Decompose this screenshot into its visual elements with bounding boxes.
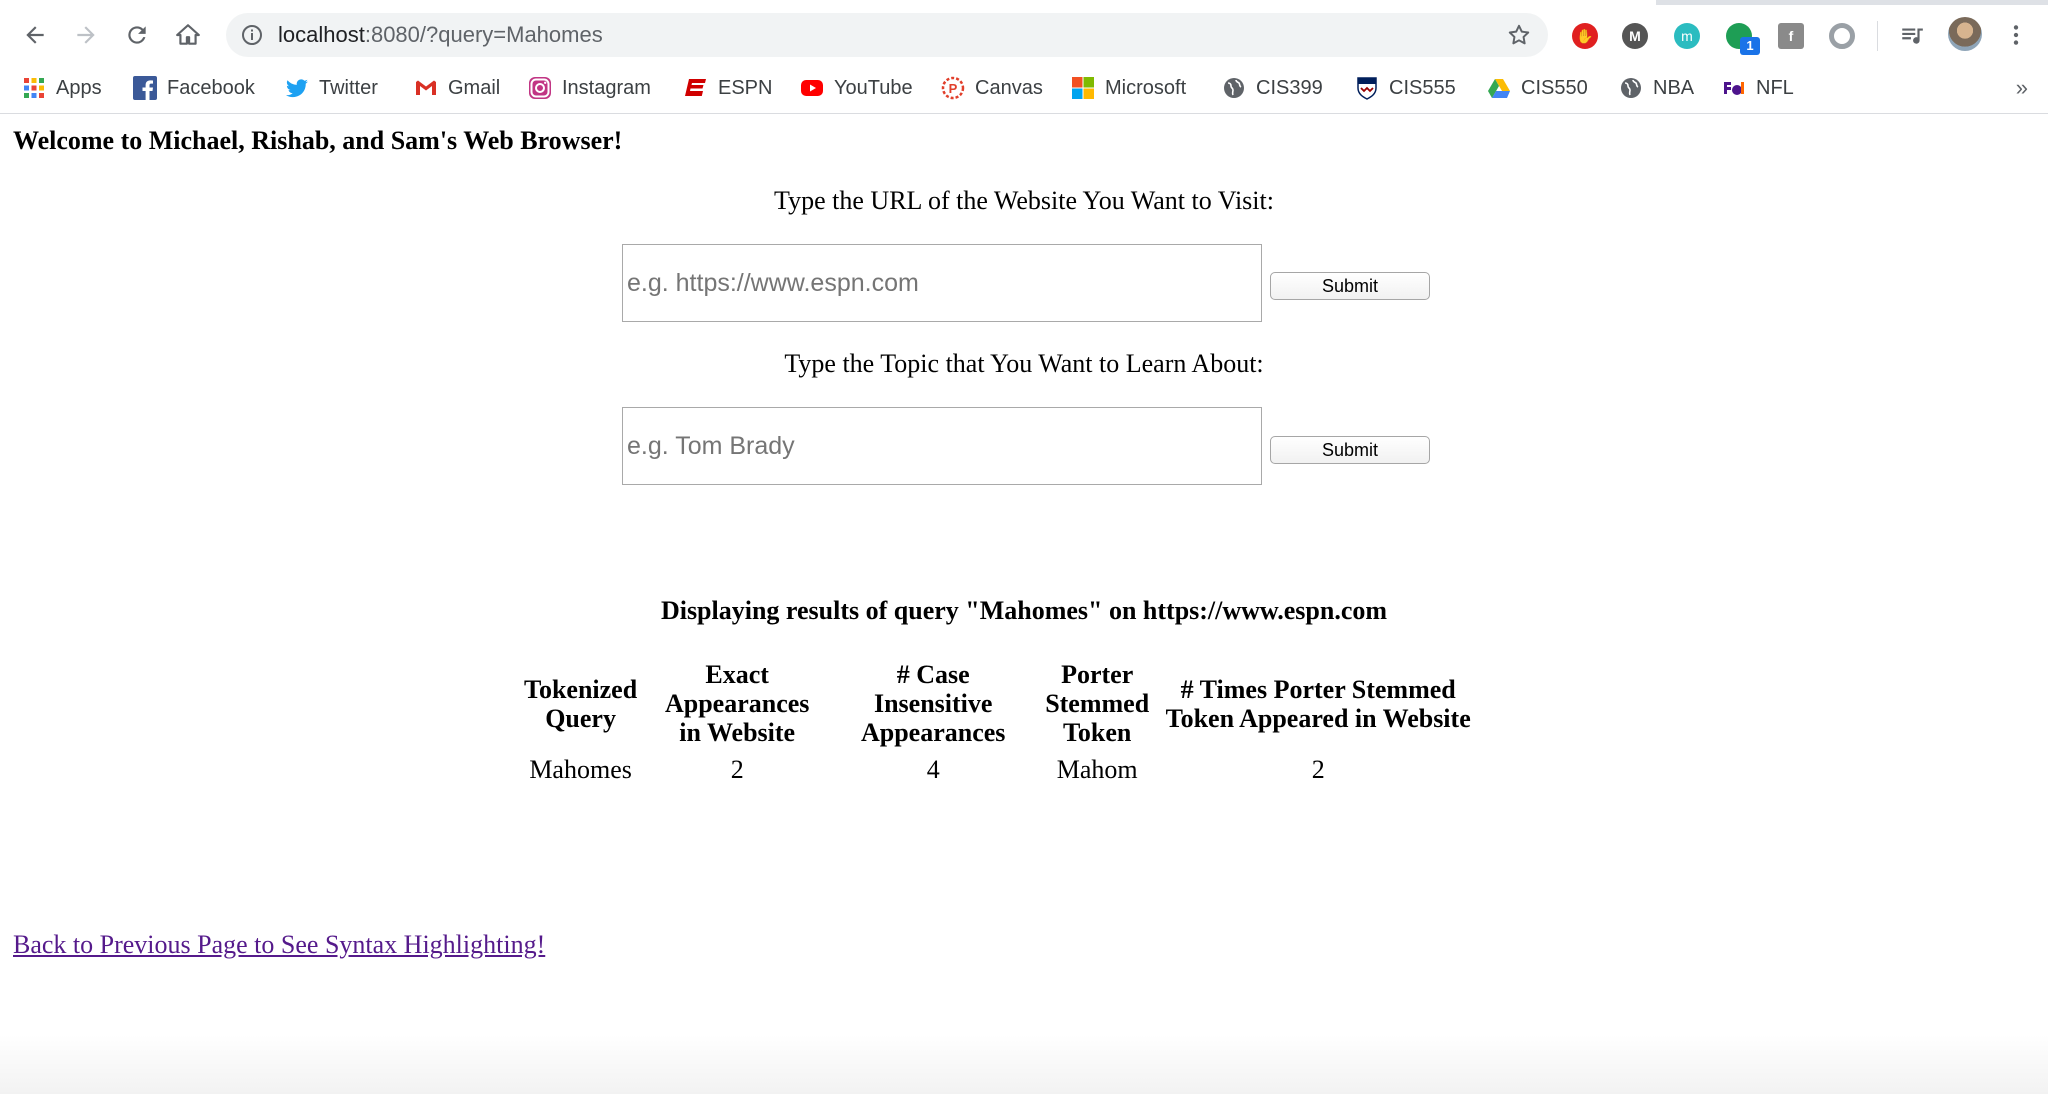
table-cell: Mahom	[1056, 755, 1138, 784]
kebab-menu-icon	[2013, 25, 2019, 45]
fedex-icon	[1723, 80, 1745, 96]
playlist-icon	[1902, 28, 1923, 44]
address-bar[interactable]: localhost:8080/?query=Mahomes	[226, 13, 1548, 57]
column-header-tokenized-query: Tokenized Query	[524, 674, 638, 733]
canvas-icon: P	[941, 76, 965, 100]
bookmark-label: Apps	[56, 76, 102, 99]
bookmark-label: Twitter	[319, 76, 378, 99]
bookmark-star-icon[interactable]	[1506, 22, 1532, 48]
media-controls-button[interactable]	[1892, 15, 1932, 55]
bookmark-label: Facebook	[167, 76, 255, 99]
table-cell: 2	[1311, 755, 1325, 784]
bookmark-twitter[interactable]: Twitter	[285, 71, 378, 105]
bookmark-canvas[interactable]: P Canvas	[941, 71, 1043, 105]
adblock-extension-icon[interactable]: ✋	[1572, 23, 1598, 49]
facebook-icon	[133, 76, 157, 100]
bookmark-label: Gmail	[448, 76, 501, 99]
espn-icon	[685, 79, 706, 96]
column-header-exact-appearances: Exact Appearances in Website	[664, 660, 810, 747]
url-input[interactable]	[622, 244, 1262, 322]
column-header-case-insensitive: # Case Insensitive Appearances	[860, 660, 1006, 747]
browser-chrome: localhost:8080/?query=Mahomes ✋ M m 1 f …	[0, 0, 2048, 114]
globe-icon	[1621, 78, 1641, 98]
toolbar-divider	[1877, 21, 1878, 51]
gmail-icon	[416, 80, 436, 95]
penn-shield-icon	[1357, 77, 1377, 100]
arrow-left-icon	[26, 26, 44, 44]
bookmark-label: CIS399	[1256, 76, 1323, 99]
bookmark-label: NFL	[1756, 76, 1794, 99]
bookmark-instagram[interactable]: Instagram	[528, 71, 651, 105]
bookmark-cis555[interactable]: CIS555	[1355, 71, 1456, 105]
browser-menu-button[interactable]	[1996, 15, 2036, 55]
table-cell: Mahomes	[529, 755, 632, 784]
home-button[interactable]	[168, 15, 208, 55]
teal-m-extension-icon[interactable]: m	[1674, 23, 1700, 49]
column-header-stemmed-appearances: # Times Porter Stemmed Token Appeared in…	[1165, 674, 1471, 733]
window-bottom-shadow	[0, 1034, 2048, 1094]
reload-icon	[128, 26, 146, 44]
bookmark-label: ESPN	[718, 76, 773, 99]
svg-text:P: P	[949, 81, 958, 96]
reload-button[interactable]	[117, 15, 157, 55]
microsoft-icon	[1072, 77, 1094, 99]
bookmarks-overflow-button[interactable]: »	[2016, 75, 2028, 101]
bookmark-facebook[interactable]: Facebook	[133, 71, 255, 105]
m-extension-icon[interactable]: M	[1622, 23, 1648, 49]
back-link[interactable]: Back to Previous Page to See Syntax High…	[13, 930, 545, 960]
google-drive-icon	[1488, 79, 1510, 98]
table-cell: 2	[730, 755, 744, 784]
table-header-row: Tokenized Query Exact Appearances in Web…	[518, 660, 1477, 747]
info-icon[interactable]	[240, 23, 264, 47]
bookmark-label: Instagram	[562, 76, 651, 99]
bookmark-espn[interactable]: ESPN	[684, 71, 772, 105]
bookmark-cis550[interactable]: CIS550	[1487, 71, 1588, 105]
bookmark-cis399[interactable]: CIS399	[1222, 71, 1323, 105]
bookmark-label: CIS555	[1389, 76, 1456, 99]
arrow-right-icon	[77, 26, 95, 44]
forward-button[interactable]	[66, 15, 106, 55]
address-bar-url[interactable]: localhost:8080/?query=Mahomes	[278, 13, 603, 57]
results-title: Displaying results of query "Mahomes" on…	[660, 596, 1388, 625]
globe-icon	[1224, 78, 1244, 98]
bookmark-label: CIS550	[1521, 76, 1588, 99]
url-prompt: Type the URL of the Website You Want to …	[774, 186, 1274, 215]
browser-toolbar: localhost:8080/?query=Mahomes ✋ M m 1 f	[0, 5, 2048, 65]
bookmark-apps[interactable]: Apps	[22, 71, 102, 105]
bookmark-label: Canvas	[975, 76, 1043, 99]
topic-prompt: Type the Topic that You Want to Learn Ab…	[784, 349, 1264, 378]
extension-badge: 1	[1740, 37, 1760, 55]
bookmark-label: NBA	[1653, 76, 1695, 99]
results-table: Tokenized Query Exact Appearances in Web…	[514, 660, 1481, 785]
profile-avatar[interactable]	[1948, 17, 1982, 51]
bookmark-label: YouTube	[834, 76, 913, 99]
bookmarks-bar: Apps Facebook Twitter Gmail Instagram ES…	[0, 65, 2048, 114]
bookmark-microsoft[interactable]: Microsoft	[1071, 71, 1186, 105]
bookmark-youtube[interactable]: YouTube	[800, 71, 913, 105]
page-title: Welcome to Michael, Rishab, and Sam's We…	[13, 126, 623, 155]
circle-extension-icon[interactable]	[1829, 23, 1855, 49]
page-content: Welcome to Michael, Rishab, and Sam's We…	[0, 114, 2048, 1094]
url-path: :8080/?query=Mahomes	[364, 22, 603, 47]
back-button[interactable]	[15, 15, 55, 55]
bookmark-gmail[interactable]: Gmail	[414, 71, 500, 105]
instagram-icon	[529, 77, 551, 99]
facebook-extension-icon[interactable]: f	[1778, 23, 1804, 49]
apps-grid-icon	[24, 78, 44, 98]
topic-input[interactable]	[622, 407, 1262, 485]
green-extension-icon[interactable]: 1	[1726, 23, 1760, 55]
topic-submit-button[interactable]: Submit	[1270, 436, 1430, 464]
url-host: localhost	[278, 22, 365, 47]
table-cell: 4	[926, 755, 940, 784]
home-icon	[176, 24, 200, 45]
column-header-porter-stemmed-token: Porter Stemmed Token	[1045, 660, 1150, 747]
youtube-icon	[801, 80, 823, 96]
twitter-icon	[286, 79, 308, 98]
bookmark-label: Microsoft	[1105, 76, 1187, 99]
table-row: Mahomes 2 4 Mahom 2	[518, 747, 1477, 785]
bookmark-nfl[interactable]: NFL	[1722, 71, 1794, 105]
url-submit-button[interactable]: Submit	[1270, 272, 1430, 300]
bookmark-nba[interactable]: NBA	[1619, 71, 1694, 105]
